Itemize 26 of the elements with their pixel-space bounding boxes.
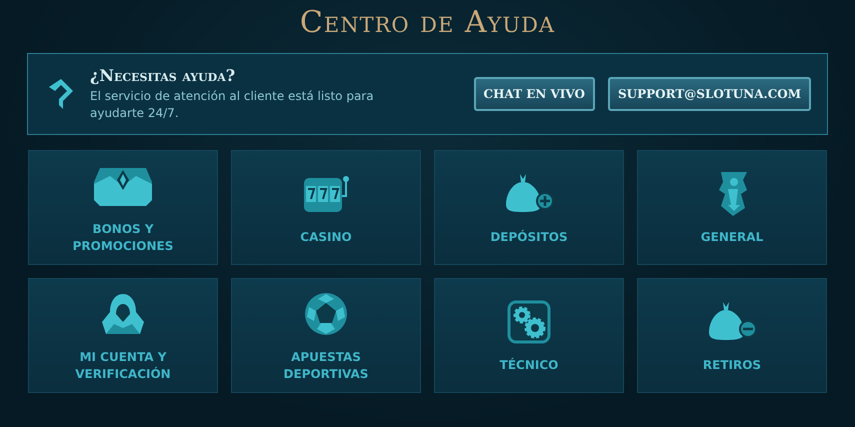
- category-label: APUESTAS DEPORTIVAS: [282, 348, 370, 382]
- question-icon: [48, 78, 74, 110]
- category-label: TÉCNICO: [500, 357, 558, 374]
- category-card[interactable]: DEPÓSITOS: [434, 150, 624, 265]
- live-chat-button[interactable]: CHAT EN VIVO: [474, 77, 595, 111]
- category-card[interactable]: RETIROS: [637, 278, 827, 393]
- gears-icon: [507, 300, 551, 344]
- chest-icon: [92, 166, 154, 206]
- category-card[interactable]: MI CUENTA Y VERIFICACIÓN: [28, 278, 218, 393]
- category-card[interactable]: GENERAL: [637, 150, 827, 265]
- category-label: GENERAL: [700, 229, 764, 246]
- category-card[interactable]: TÉCNICO: [434, 278, 624, 393]
- help-description: El servicio de atención al cliente está listo para ayudarte 24/7.: [90, 88, 375, 122]
- soccer-ball-icon: [303, 290, 349, 336]
- category-label: DEPÓSITOS: [490, 229, 568, 246]
- support-email-button[interactable]: SUPPORT@SLOTUNA.COM: [608, 77, 811, 111]
- category-card[interactable]: APUESTAS DEPORTIVAS: [231, 278, 421, 393]
- category-card[interactable]: BONOS Y PROMOCIONES: [28, 150, 218, 265]
- category-label: RETIROS: [702, 357, 762, 374]
- category-label: CASINO: [300, 229, 352, 246]
- category-label: BONOS Y PROMOCIONES: [72, 220, 174, 254]
- hooded-figure-icon: [100, 292, 146, 336]
- category-card[interactable]: CASINO: [231, 150, 421, 265]
- page-title: Centro de Ayuda: [298, 4, 556, 42]
- help-heading: ¿Necesitas ayuda?: [90, 66, 236, 85]
- category-label: MI CUENTA Y VERIFICACIÓN: [74, 348, 172, 382]
